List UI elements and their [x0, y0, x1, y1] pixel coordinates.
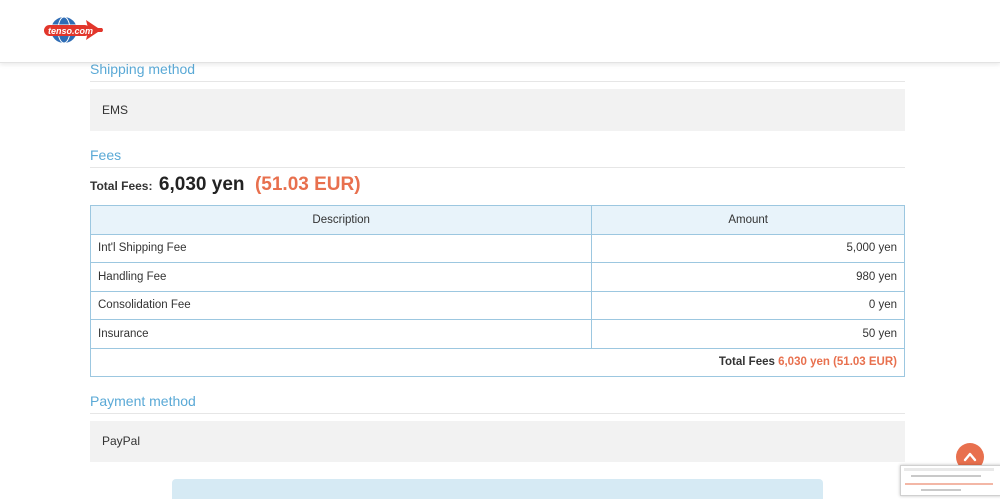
fee-description: Consolidation Fee — [89, 290, 593, 320]
total-fees-yen: 6,030 yen — [158, 174, 245, 195]
shipping-method-title: Shipping method — [90, 61, 905, 82]
total-fees-label: Total Fees: — [90, 179, 153, 193]
fees-table: Description Amount Int'l Shipping Fee 5,… — [89, 205, 905, 377]
fees-title: Fees — [90, 147, 905, 168]
table-row: Int'l Shipping Fee 5,000 yen — [89, 233, 905, 263]
fee-amount: 50 yen — [591, 319, 905, 349]
screenshot-thumbnail-preview[interactable] — [900, 465, 1000, 496]
column-header-amount: Amount — [591, 205, 905, 235]
fee-description: Handling Fee — [89, 262, 593, 292]
tenso-logo[interactable]: tenso.com — [42, 14, 104, 46]
site-header: tenso.com — [0, 0, 1000, 63]
confirm-panel — [172, 479, 823, 499]
payment-method-title: Payment method — [90, 393, 905, 414]
table-row: Handling Fee 980 yen — [89, 262, 905, 292]
fee-description: Int'l Shipping Fee — [89, 233, 593, 263]
payment-method-value: PayPal — [90, 421, 905, 462]
svg-text:tenso.com: tenso.com — [48, 26, 93, 36]
table-total-value: 6,030 yen (51.03 EUR) — [778, 356, 897, 369]
column-header-description: Description — [89, 205, 593, 235]
fee-amount: 5,000 yen — [591, 233, 905, 263]
total-fees-eur: (51.03 EUR) — [254, 174, 361, 195]
table-total-row: Total Fees 6,030 yen (51.03 EUR) — [90, 347, 905, 377]
table-row: Consolidation Fee 0 yen — [89, 290, 905, 320]
total-fees-summary: Total Fees: 6,030 yen (51.03 EUR) — [90, 174, 361, 196]
table-total-cell: Total Fees 6,030 yen (51.03 EUR) — [90, 347, 905, 377]
table-total-label: Total Fees — [718, 356, 775, 369]
fees-table-header: Description Amount — [89, 205, 905, 235]
fee-description: Insurance — [89, 319, 593, 349]
fee-amount: 0 yen — [591, 290, 905, 320]
fee-amount: 980 yen — [591, 262, 905, 292]
table-row: Insurance 50 yen — [89, 319, 905, 349]
shipping-method-value: EMS — [90, 89, 905, 131]
